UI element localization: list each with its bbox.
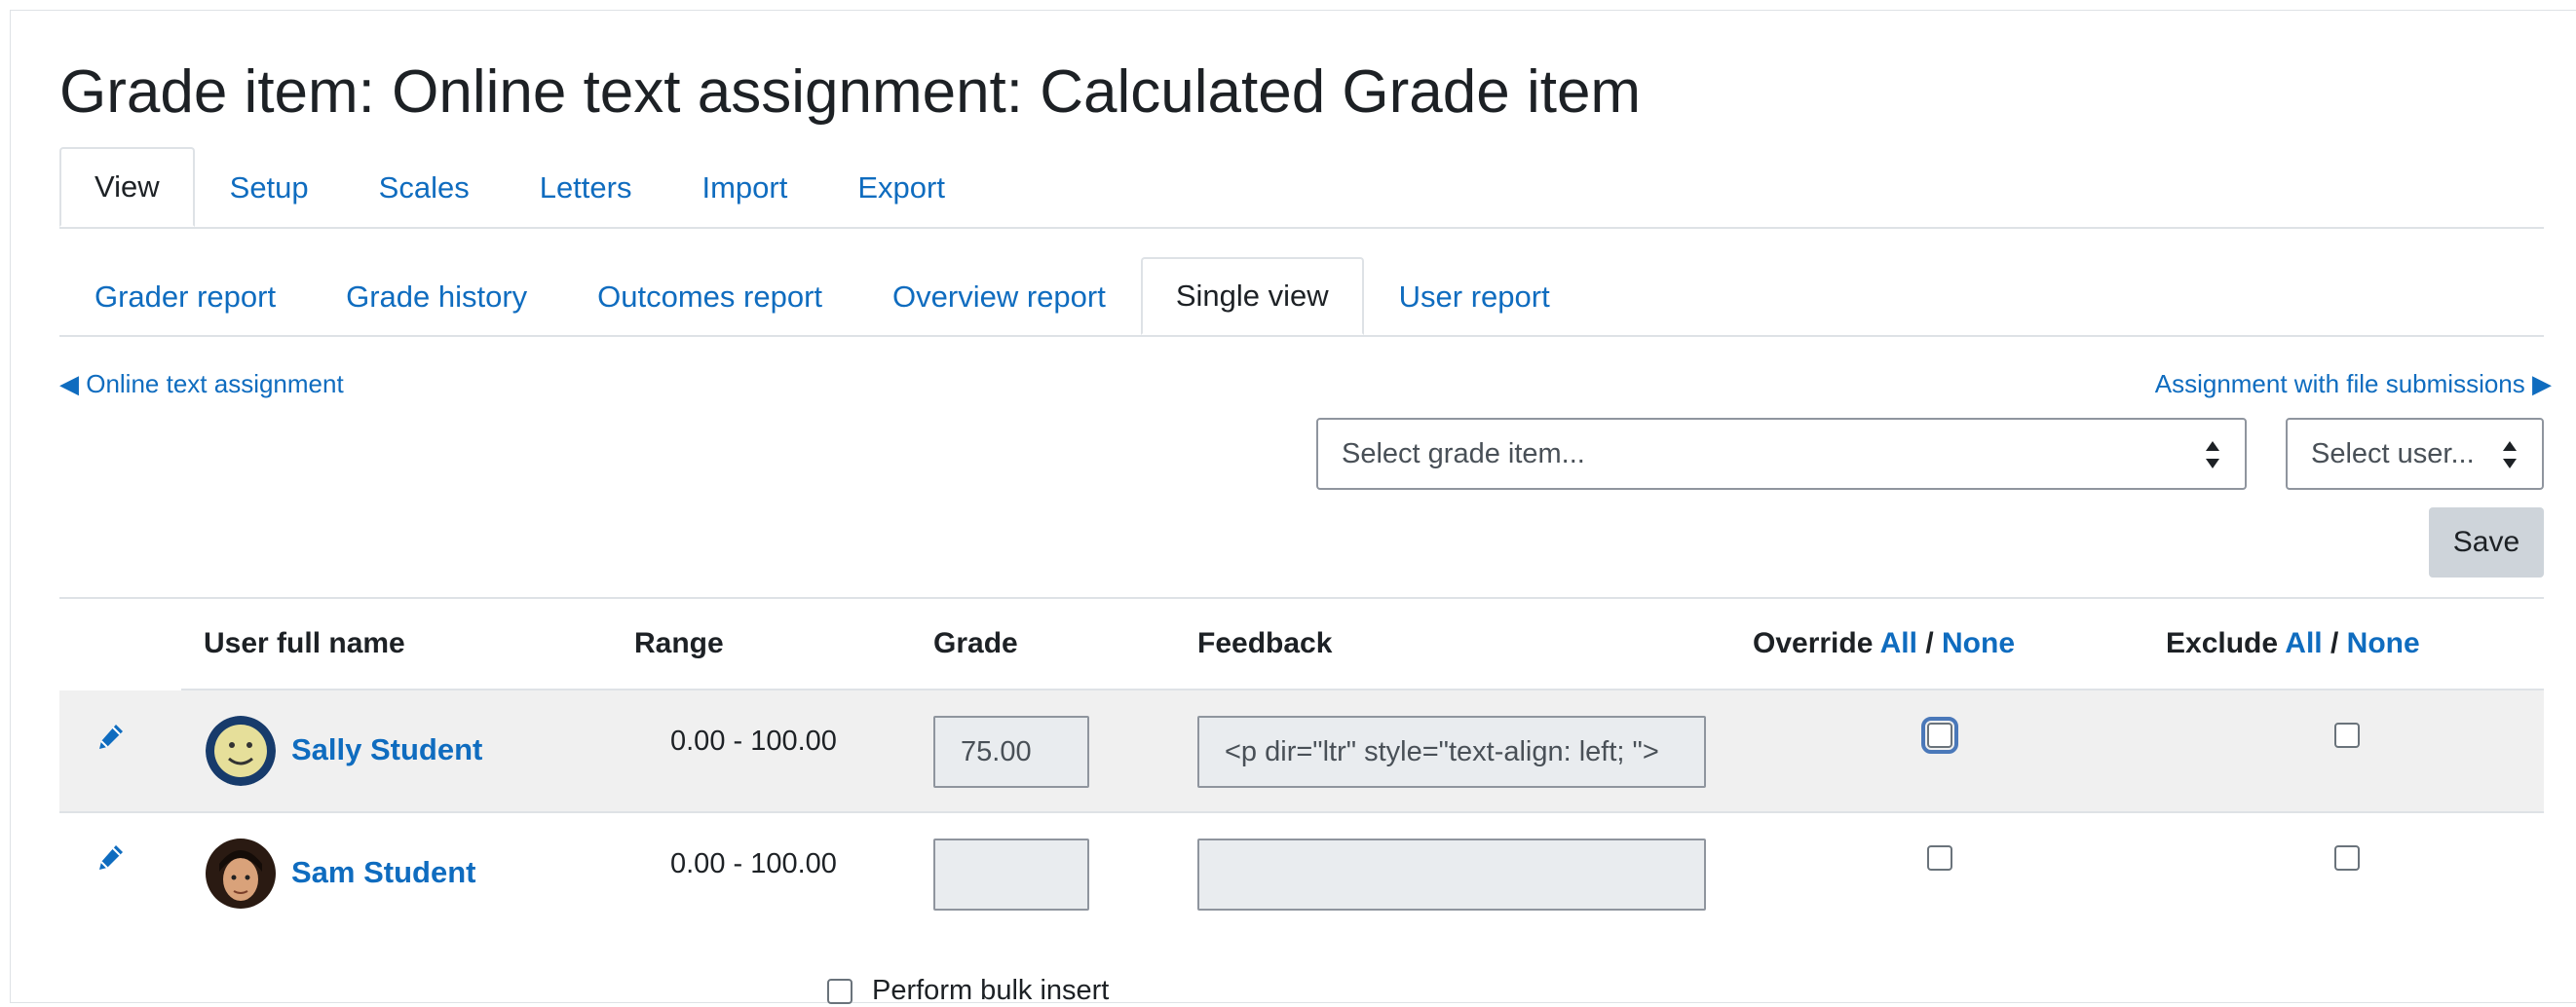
select-user-label: Select user... bbox=[2311, 437, 2475, 469]
tab-export[interactable]: Export bbox=[822, 147, 980, 227]
tab-user-report[interactable]: User report bbox=[1364, 257, 1585, 335]
exclude-all-link[interactable]: All bbox=[2285, 627, 2322, 659]
tab-scales[interactable]: Scales bbox=[344, 147, 505, 227]
avatar bbox=[206, 716, 276, 786]
up-down-arrows-icon bbox=[2206, 441, 2219, 468]
feedback-input[interactable] bbox=[1197, 716, 1706, 788]
up-down-arrows-icon bbox=[2503, 441, 2517, 468]
tab-outcomes-report[interactable]: Outcomes report bbox=[562, 257, 857, 335]
header-range: Range bbox=[634, 627, 724, 659]
grade-input[interactable] bbox=[933, 716, 1089, 788]
feedback-input[interactable] bbox=[1197, 839, 1706, 911]
primary-tabs: View Setup Scales Letters Import Export bbox=[59, 147, 2544, 229]
avatar bbox=[206, 839, 276, 909]
report-tabs: Grader report Grade history Outcomes rep… bbox=[59, 257, 2544, 337]
header-grade: Grade bbox=[933, 627, 1018, 659]
user-name-link[interactable]: Sally Student bbox=[291, 732, 482, 767]
pencil-icon[interactable] bbox=[96, 722, 126, 751]
exclude-none-link[interactable]: None bbox=[2347, 627, 2420, 659]
exclude-checkbox[interactable] bbox=[2334, 845, 2360, 871]
header-override-label: Override bbox=[1753, 627, 1874, 659]
grade-input[interactable] bbox=[933, 839, 1089, 911]
page-container: Grade item: Online text assignment: Calc… bbox=[10, 10, 2576, 1006]
header-exclude: Exclude All / None bbox=[2166, 627, 2420, 660]
override-all-link[interactable]: All bbox=[1880, 627, 1917, 659]
prev-item-link[interactable]: ◀ Online text assignment bbox=[59, 369, 344, 399]
exclude-checkbox[interactable] bbox=[2334, 723, 2360, 748]
select-grade-item-label: Select grade item... bbox=[1342, 437, 1585, 469]
tab-grader-report[interactable]: Grader report bbox=[59, 257, 311, 335]
override-none-link[interactable]: None bbox=[1942, 627, 2015, 659]
bulk-insert-checkbox[interactable] bbox=[827, 978, 852, 1004]
pencil-icon[interactable] bbox=[96, 842, 126, 872]
separator: / bbox=[2322, 627, 2347, 659]
tab-view[interactable]: View bbox=[59, 147, 195, 227]
select-grade-item[interactable]: Select grade item... bbox=[1316, 418, 2247, 490]
bulk-insert-label: Perform bulk insert bbox=[872, 975, 1110, 1006]
tab-import[interactable]: Import bbox=[666, 147, 822, 227]
override-checkbox[interactable] bbox=[1921, 717, 1958, 754]
next-item-link[interactable]: Assignment with file submissions ▶ bbox=[2155, 369, 2552, 399]
range-value: 0.00 - 100.00 bbox=[670, 848, 837, 879]
tab-letters[interactable]: Letters bbox=[505, 147, 667, 227]
header-user-full-name: User full name bbox=[204, 627, 405, 659]
divider bbox=[59, 597, 2544, 599]
tab-overview-report[interactable]: Overview report bbox=[857, 257, 1141, 335]
select-user[interactable]: Select user... bbox=[2286, 418, 2544, 490]
separator: / bbox=[1916, 627, 1942, 659]
tab-grade-history[interactable]: Grade history bbox=[311, 257, 562, 335]
header-feedback: Feedback bbox=[1197, 627, 1333, 659]
table-row: Sally Student 0.00 - 100.00 bbox=[59, 690, 2544, 813]
header-override: Override All / None bbox=[1753, 627, 2015, 660]
range-value: 0.00 - 100.00 bbox=[670, 726, 837, 757]
header-exclude-label: Exclude bbox=[2166, 627, 2279, 659]
page-title: Grade item: Online text assignment: Calc… bbox=[59, 58, 1642, 126]
table-row: Sam Student 0.00 - 100.00 bbox=[59, 813, 2544, 934]
user-name-link[interactable]: Sam Student bbox=[291, 855, 475, 890]
override-checkbox[interactable] bbox=[1927, 845, 1952, 871]
tab-single-view[interactable]: Single view bbox=[1140, 257, 1364, 335]
save-button[interactable]: Save bbox=[2429, 507, 2544, 578]
bulk-insert: Perform bulk insert bbox=[827, 975, 1109, 1007]
tab-setup[interactable]: Setup bbox=[195, 147, 344, 227]
